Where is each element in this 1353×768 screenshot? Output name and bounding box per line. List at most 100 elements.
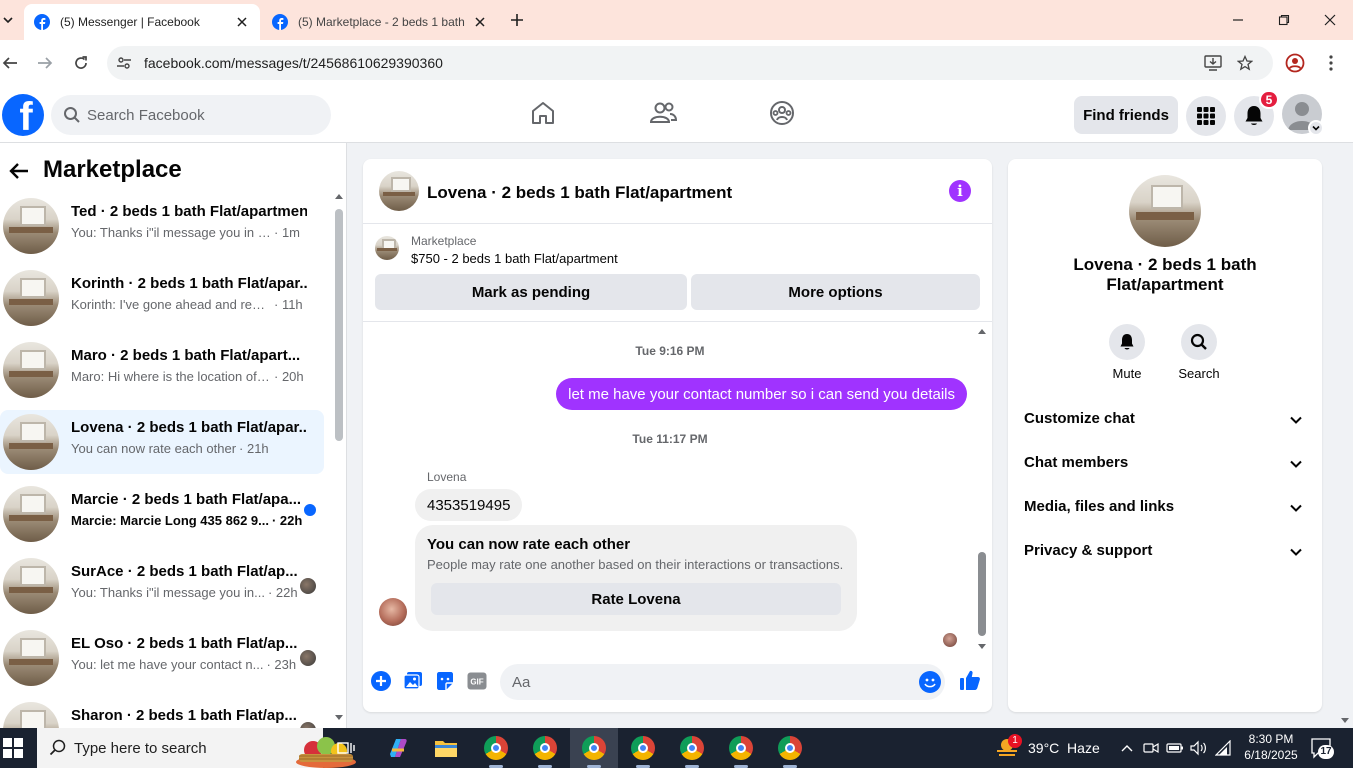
tab-close-icon[interactable] xyxy=(472,14,488,30)
home-icon[interactable] xyxy=(528,98,558,128)
bookmark-star-icon[interactable] xyxy=(1236,54,1254,72)
chat-title[interactable]: Lovena · 2 beds 1 bath Flat/apartment xyxy=(427,183,732,203)
more-options-button[interactable]: More options xyxy=(691,274,980,310)
sticker-icon[interactable] xyxy=(434,670,456,692)
rate-user-button[interactable]: Rate Lovena xyxy=(431,583,841,615)
listing-thumbnail[interactable] xyxy=(375,236,399,260)
thumbs-up-icon[interactable] xyxy=(959,669,981,691)
chrome-taskbar-icon[interactable] xyxy=(668,728,716,768)
conversation-item[interactable]: Ted · 2 beds 1 bath Flat/apartment You: T… xyxy=(0,194,324,258)
chrome-taskbar-icon[interactable] xyxy=(521,728,569,768)
info-icon-glyph: i xyxy=(957,182,963,200)
chat-scrollbar[interactable] xyxy=(977,328,987,650)
info-listing-avatar[interactable] xyxy=(1129,175,1201,247)
groups-icon[interactable] xyxy=(767,98,797,128)
back-arrow-icon[interactable] xyxy=(8,160,30,182)
windows-start-icon[interactable] xyxy=(2,737,24,759)
listing-price-title[interactable]: $750 - 2 beds 1 bath Flat/apartment xyxy=(411,251,618,266)
browser-menu-icon[interactable] xyxy=(1319,51,1343,75)
profile-icon[interactable] xyxy=(1283,51,1307,75)
sidebar-scrollbar[interactable] xyxy=(334,193,344,723)
conversation-item[interactable]: SurAce · 2 beds 1 bath Flat/ap... You: Th… xyxy=(0,554,324,618)
task-view-icon[interactable] xyxy=(322,728,370,768)
chrome-taskbar-icon[interactable] xyxy=(619,728,667,768)
conversation-listing-thumbnail xyxy=(3,198,59,254)
conversation-item[interactable]: Sharon · 2 beds 1 bath Flat/ap... xyxy=(0,698,324,728)
conversation-item[interactable]: Marcie · 2 beds 1 bath Flat/apa... Marcie… xyxy=(0,482,324,546)
meet-now-icon[interactable] xyxy=(1142,739,1160,757)
conversation-item[interactable]: Maro · 2 beds 1 bath Flat/apart... Maro: … xyxy=(0,338,324,402)
account-chevron-down-icon[interactable] xyxy=(1308,120,1324,136)
friends-icon[interactable] xyxy=(648,98,678,128)
notification-center-icon[interactable]: 17 xyxy=(1310,737,1334,759)
scroll-down-icon[interactable] xyxy=(978,644,986,650)
tab-marketplace[interactable]: (5) Marketplace - 2 beds 1 bath xyxy=(262,4,498,40)
battery-icon[interactable] xyxy=(1166,739,1184,757)
message-input-box[interactable] xyxy=(500,664,945,700)
search-label: Search xyxy=(1178,366,1220,381)
message-input[interactable] xyxy=(512,664,912,700)
chrome-taskbar-icon[interactable] xyxy=(766,728,814,768)
customize-chat-row[interactable]: Customize chat xyxy=(1008,398,1322,442)
weather-widget[interactable]: 1 39°C Haze xyxy=(994,728,1100,768)
gif-icon[interactable]: GIF xyxy=(466,670,488,692)
conversation-snippet: You: Thanks i"il message you in... xyxy=(71,585,265,600)
menu-grid-icon[interactable] xyxy=(1186,96,1226,136)
tab-messenger[interactable]: (5) Messenger | Facebook xyxy=(24,4,260,40)
chrome-taskbar-icon[interactable] xyxy=(717,728,765,768)
conversation-listing-thumbnail xyxy=(3,414,59,470)
scroll-up-icon[interactable] xyxy=(978,328,986,334)
facebook-search[interactable] xyxy=(51,95,331,135)
file-explorer-icon[interactable] xyxy=(422,728,470,768)
plus-circle-icon[interactable] xyxy=(370,670,392,692)
chrome-taskbar-icon-active[interactable] xyxy=(570,728,618,768)
incoming-message[interactable]: 4353519495 xyxy=(415,489,523,521)
chevron-down-icon xyxy=(1288,544,1304,560)
conversation-info-icon[interactable]: i xyxy=(949,180,971,202)
media-files-links-row[interactable]: Media, files and links xyxy=(1008,486,1322,530)
chat-members-row[interactable]: Chat members xyxy=(1008,442,1322,486)
back-arrow-icon[interactable] xyxy=(0,51,22,75)
browser-toolbar: facebook.com/messages/t/2456861062939036… xyxy=(0,40,1353,86)
maximize-icon[interactable] xyxy=(1272,8,1296,32)
minimize-icon[interactable] xyxy=(1226,8,1250,32)
page-scroll-down-icon[interactable] xyxy=(1340,712,1353,728)
volume-icon[interactable] xyxy=(1190,739,1208,757)
chat-scroll-thumb[interactable] xyxy=(978,552,986,636)
chrome-taskbar-icon[interactable] xyxy=(472,728,520,768)
facebook-logo[interactable]: f xyxy=(2,94,44,136)
window-close-icon[interactable] xyxy=(1318,8,1342,32)
tab-search-chevron-icon[interactable] xyxy=(0,8,16,32)
network-icon[interactable] xyxy=(1215,739,1233,757)
taskbar-search-input[interactable] xyxy=(74,728,254,768)
find-friends-button[interactable]: Find friends xyxy=(1074,96,1178,134)
show-hidden-icons-chevron-icon[interactable] xyxy=(1118,739,1136,757)
outgoing-message[interactable]: let me have your contact number so i can… xyxy=(556,378,967,410)
system-clock[interactable]: 8:30 PM 6/18/2025 xyxy=(1240,731,1302,763)
install-app-icon[interactable] xyxy=(1204,54,1222,72)
search-in-conversation-button[interactable]: Search xyxy=(1169,324,1229,381)
privacy-support-row[interactable]: Privacy & support xyxy=(1008,530,1322,574)
conversation-item[interactable]: Lovena · 2 beds 1 bath Flat/apar... You c… xyxy=(0,410,324,474)
emoji-icon[interactable] xyxy=(919,671,941,693)
scroll-down-icon[interactable] xyxy=(335,715,343,721)
conversation-item[interactable]: Korinth · 2 beds 1 bath Flat/apar... Kori… xyxy=(0,266,324,330)
photo-icon[interactable] xyxy=(402,670,424,692)
new-tab-plus-icon[interactable] xyxy=(506,9,528,31)
site-info-icon[interactable] xyxy=(115,54,133,72)
facebook-search-input[interactable] xyxy=(87,95,317,135)
conversation-title: Sharon · 2 beds 1 bath Flat/ap... xyxy=(71,707,297,724)
sender-avatar[interactable] xyxy=(379,598,407,626)
copilot-icon[interactable] xyxy=(374,728,422,768)
mute-button[interactable]: Mute xyxy=(1097,324,1157,381)
forward-arrow-icon[interactable] xyxy=(33,51,57,75)
chat-listing-avatar[interactable] xyxy=(379,171,419,211)
tab-close-icon[interactable] xyxy=(234,14,250,30)
mark-as-pending-button[interactable]: Mark as pending xyxy=(375,274,687,310)
address-bar[interactable]: facebook.com/messages/t/2456861062939036… xyxy=(107,46,1273,80)
conversation-item[interactable]: EL Oso · 2 beds 1 bath Flat/ap... You: le… xyxy=(0,626,324,690)
reload-icon[interactable] xyxy=(69,51,93,75)
taskbar-search[interactable] xyxy=(37,728,356,768)
scroll-up-icon[interactable] xyxy=(335,193,343,199)
sidebar-scroll-thumb[interactable] xyxy=(335,209,343,441)
